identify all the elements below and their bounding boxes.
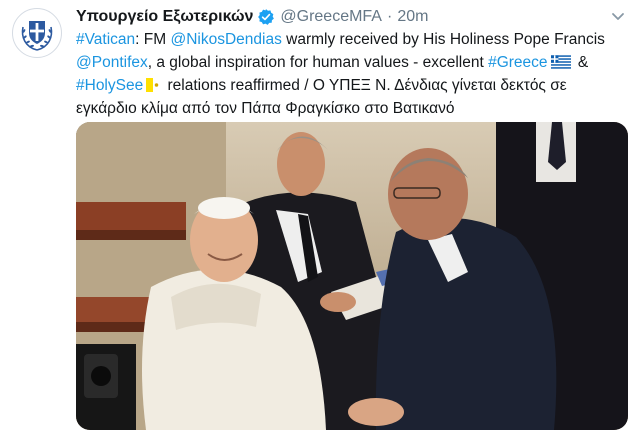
vatican-flag-icon [146,78,161,92]
tweet-text-segment: : FM [135,31,171,48]
hashtag-greece-link[interactable]: #Greece [488,54,547,71]
tweet-text-segment: , a global inspiration for human values … [147,54,489,71]
account-handle[interactable]: @GreeceMFA [280,8,382,26]
tweet-text-line: @Pontifex, a global inspiration for huma… [76,51,628,74]
account-name[interactable]: Υπουργείο Εξωτερικών [76,8,253,26]
tweet-text-line: #Vatican: FM @NikosDendias warmly receiv… [76,28,628,51]
greece-flag-icon [550,55,571,69]
mention-pontifex-link[interactable]: @Pontifex [76,54,148,71]
tweet-text-segment: & [573,54,589,71]
photo-pope-and-minister [76,122,628,430]
tweet-text-segment: εγκάρδιο κλίμα από τον Πάπα Φραγκίσκο στ… [76,100,455,117]
hashtag-holysee-link[interactable]: #HolySee [76,77,143,94]
timestamp[interactable]: 20m [397,8,428,26]
tweet-text-line: εγκάρδιο κλίμα από τον Πάπα Φραγκίσκο στ… [76,97,628,120]
tweet-text-line: #HolySee relations reaffirmed / Ο ΥΠΕΞ Ν… [76,74,628,97]
tweet[interactable]: Υπουργείο Εξωτερικών @GreeceMFA · 20m #V… [0,0,640,436]
tweet-photo[interactable] [76,122,628,430]
tweet-text: #Vatican: FM @NikosDendias warmly receiv… [76,28,628,120]
hashtag-vatican-link[interactable]: #Vatican [76,31,135,48]
verified-badge-icon [258,9,275,25]
separator-dot: · [386,8,393,25]
tweet-header: Υπουργείο Εξωτερικών @GreeceMFA · 20m [76,6,428,28]
tweet-text-segment: warmly received by His Holiness Pope Fra… [281,31,605,48]
tweet-text-segment: relations reaffirmed / Ο ΥΠΕΞ Ν. Δένδιας… [163,77,567,94]
chevron-down-icon[interactable] [610,8,626,24]
mention-nikosdendias-link[interactable]: @NikosDendias [170,31,281,48]
avatar[interactable] [12,8,62,58]
greek-coat-of-arms-icon [14,10,60,56]
